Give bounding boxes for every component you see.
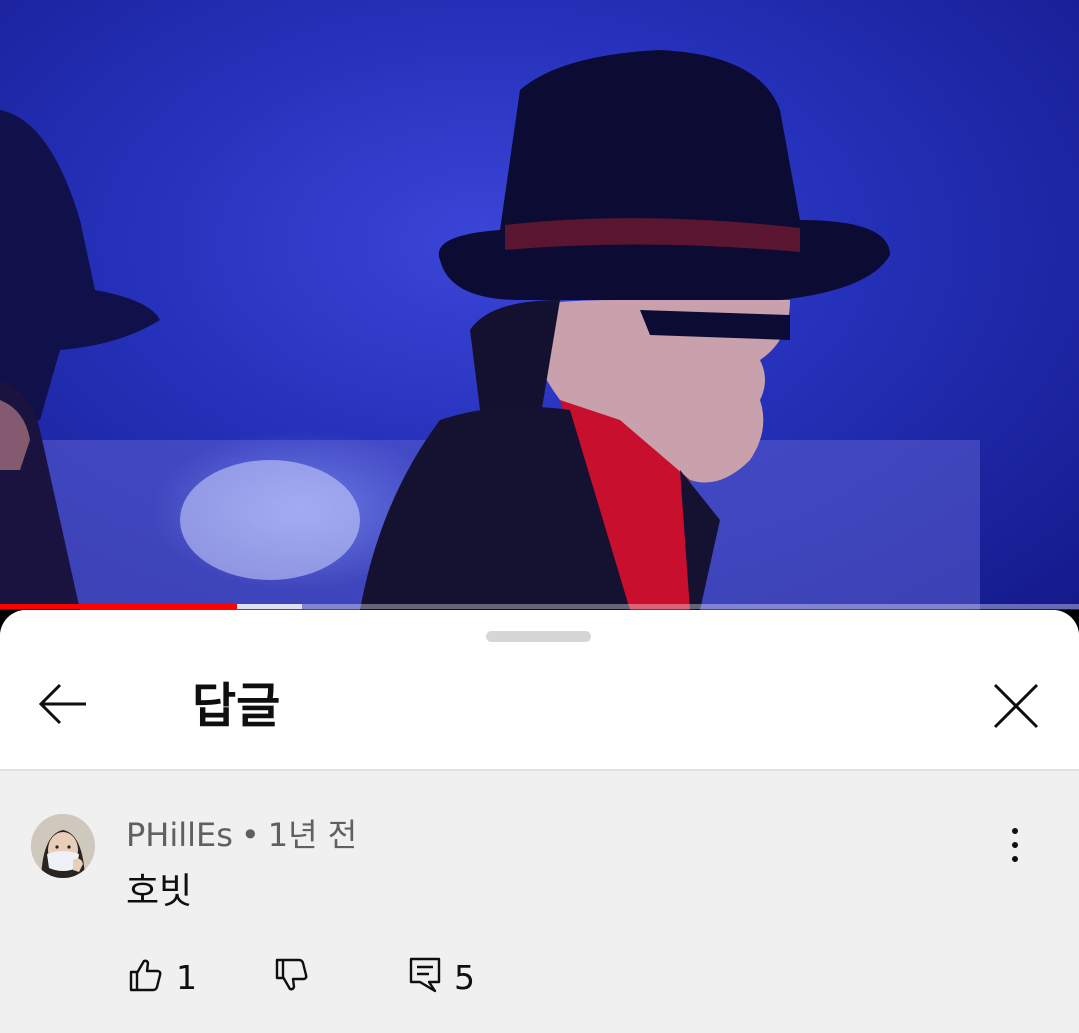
like-count: 1 (176, 957, 197, 997)
comment-meta: PHillEs • 1년 전 (126, 811, 357, 859)
comment-text: 호빗 (126, 871, 193, 912)
sheet-header: 답글 (0, 610, 1079, 771)
avatar[interactable] (31, 814, 95, 878)
comment-item: PHillEs • 1년 전 호빗 1 5 (0, 771, 1079, 1033)
thumb-down-icon (274, 957, 310, 997)
reply-count: 5 (454, 957, 475, 997)
video-player[interactable] (0, 0, 1079, 610)
drag-handle[interactable] (486, 631, 591, 642)
arrow-left-icon (38, 682, 88, 730)
more-vert-icon[interactable] (990, 811, 1040, 879)
reply-button[interactable]: 5 (408, 949, 475, 1005)
thumb-up-icon (128, 957, 164, 997)
comment-time: 1년 전 (267, 816, 358, 854)
close-icon (992, 682, 1040, 734)
app-root: 답글 PHillEs • 1년 전 호빗 1 5 (0, 0, 1079, 1033)
progress-played (0, 604, 238, 609)
comment-author[interactable]: PHillEs (126, 816, 233, 854)
close-button[interactable] (984, 676, 1048, 740)
sheet-title: 답글 (192, 678, 281, 734)
replies-sheet: 답글 PHillEs • 1년 전 호빗 1 5 (0, 610, 1079, 1033)
comment-icon (408, 956, 442, 998)
back-button[interactable] (28, 678, 98, 734)
video-frame (0, 50, 980, 610)
meta-separator: • (240, 816, 260, 854)
dislike-button[interactable] (274, 949, 310, 1005)
progress-bar[interactable] (0, 604, 1079, 609)
like-button[interactable]: 1 (128, 949, 197, 1005)
